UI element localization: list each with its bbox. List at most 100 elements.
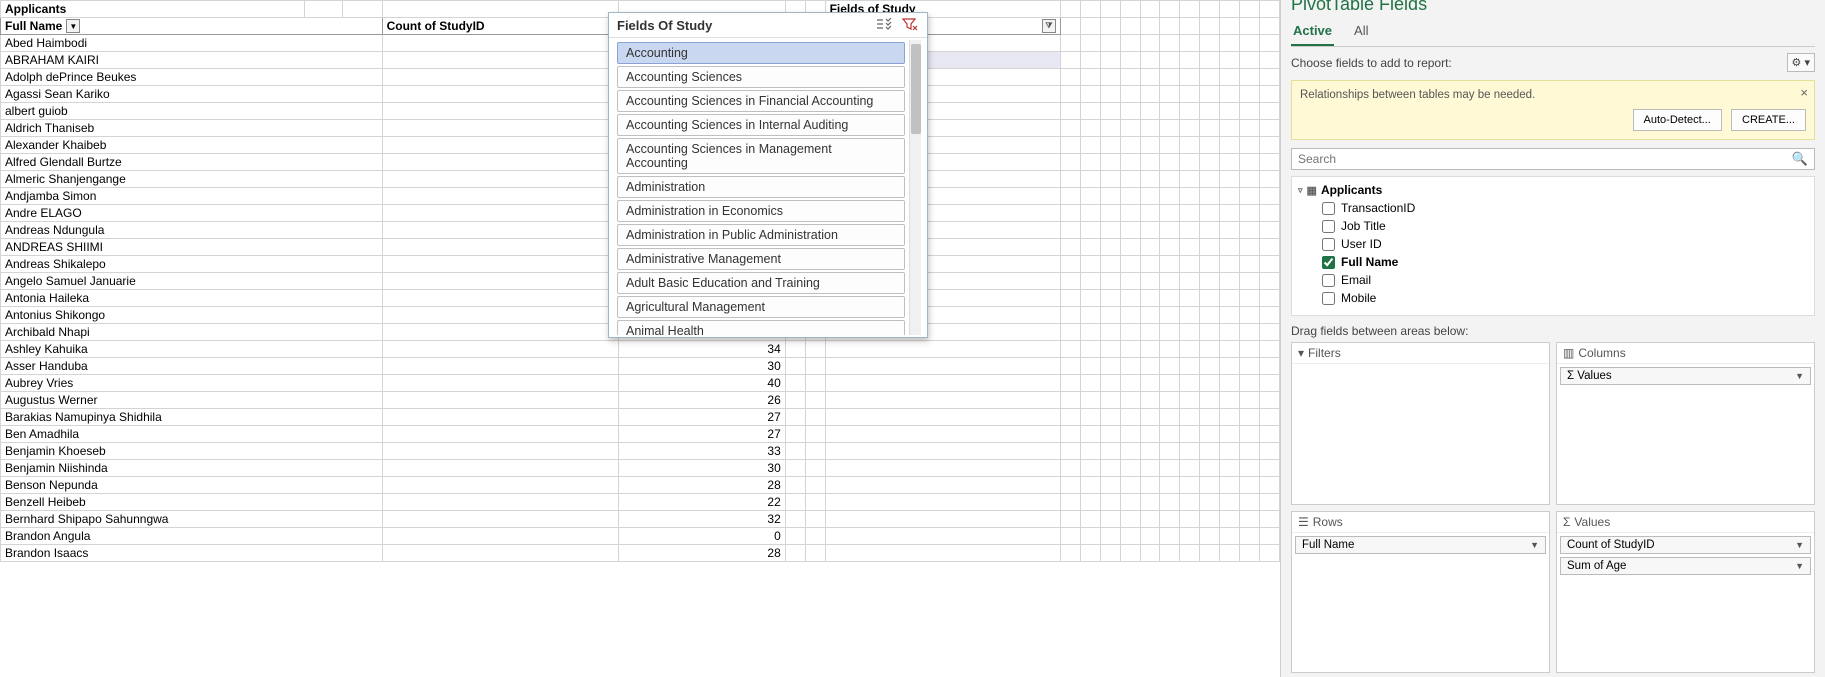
pivot-row-count[interactable] [382, 273, 619, 290]
pivot-row-name[interactable]: Angelo Samuel Januarie [1, 273, 383, 290]
field-item[interactable]: Job Title [1294, 217, 1812, 235]
pivot-row-count[interactable] [382, 154, 619, 171]
pivot-row-name[interactable]: Andreas Ndungula [1, 222, 383, 239]
pivot-row-name[interactable]: Asser Handuba [1, 358, 383, 375]
pivot-row-count[interactable] [382, 392, 619, 409]
slicer-item[interactable]: Accounting Sciences in Internal Auditing [617, 114, 905, 136]
pivot-row-count[interactable] [382, 307, 619, 324]
pivot-row-name[interactable]: Bernhard Shipapo Sahunngwa [1, 511, 383, 528]
pivot-row-count[interactable] [382, 205, 619, 222]
pivot-row-count[interactable] [382, 52, 619, 69]
tab-all[interactable]: All [1352, 19, 1370, 46]
pivot-row-count[interactable] [382, 511, 619, 528]
field-checkbox[interactable] [1322, 292, 1335, 305]
pivot-row-name[interactable]: Adolph dePrince Beukes [1, 69, 383, 86]
slicer-item[interactable]: Accounting Sciences in Financial Account… [617, 90, 905, 112]
slicer-item[interactable]: Adult Basic Education and Training [617, 272, 905, 294]
chevron-down-icon[interactable]: ▼ [1795, 561, 1804, 571]
field-list[interactable]: ▿ ▦ Applicants TransactionIDJob TitleUse… [1291, 176, 1815, 316]
pivot-row-count[interactable] [382, 443, 619, 460]
pivot-row-name[interactable]: ABRAHAM KAIRI [1, 52, 383, 69]
pivot-row-count[interactable] [382, 375, 619, 392]
worksheet-grid[interactable]: Applicants Fields of Study Full Name ▼ C… [0, 0, 1280, 677]
values-item-sum[interactable]: Sum of Age▼ [1560, 557, 1811, 575]
pivot-row-name[interactable]: Antonius Shikongo [1, 307, 383, 324]
chevron-down-icon[interactable]: ▼ [1795, 540, 1804, 550]
slicer-item[interactable]: Administration [617, 176, 905, 198]
pivot-row-name[interactable]: Brandon Angula [1, 528, 383, 545]
pivot-row-count[interactable] [382, 409, 619, 426]
pivot-row-count[interactable] [382, 35, 619, 52]
pivot-row-name[interactable]: Alexander Khaibeb [1, 137, 383, 154]
pivot-row-sum[interactable]: 32 [619, 511, 785, 528]
pivot-row-name[interactable]: Andjamba Simon [1, 188, 383, 205]
chevron-down-icon[interactable]: ▼ [1795, 371, 1804, 381]
slicer-fields-of-study[interactable]: Fields Of Study AccountingAccounting Sci… [608, 12, 928, 338]
pivot-row-name[interactable]: Aubrey Vries [1, 375, 383, 392]
pivot-row-sum[interactable]: 30 [619, 460, 785, 477]
pivot-row-count[interactable] [382, 188, 619, 205]
pivot-row-name[interactable]: Almeric Shanjengange [1, 171, 383, 188]
pivot-row-name[interactable]: Antonia Haileka [1, 290, 383, 307]
pivot-row-name[interactable]: albert guiob [1, 103, 383, 120]
pivot-row-sum[interactable]: 28 [619, 545, 785, 562]
rows-area[interactable]: ☰Rows Full Name▼ [1291, 511, 1550, 674]
pivot-row-count[interactable] [382, 324, 619, 341]
search-input[interactable] [1298, 152, 1792, 166]
create-button[interactable]: CREATE... [1731, 109, 1806, 131]
pivot-row-sum[interactable]: 27 [619, 426, 785, 443]
pivot-row-count[interactable] [382, 256, 619, 273]
field-item[interactable]: User ID [1294, 235, 1812, 253]
multiselect-icon[interactable] [875, 17, 893, 33]
pivot-row-count[interactable] [382, 341, 619, 358]
pivot-row-sum[interactable]: 26 [619, 392, 785, 409]
search-input-wrapper[interactable]: 🔍 [1291, 148, 1815, 170]
pivot-row-count[interactable] [382, 239, 619, 256]
pivot-row-count[interactable] [382, 290, 619, 307]
pivot-row-count[interactable] [382, 103, 619, 120]
pivot-row-sum[interactable]: 22 [619, 494, 785, 511]
pivot-row-name[interactable]: Benjamin Khoeseb [1, 443, 383, 460]
pivot-row-count[interactable] [382, 86, 619, 103]
pivot-row-name[interactable]: Ben Amadhila [1, 426, 383, 443]
clear-filter-icon[interactable] [901, 17, 919, 33]
slicer-item[interactable]: Animal Health [617, 320, 905, 335]
filters-area[interactable]: ▾Filters [1291, 342, 1550, 505]
pivot-row-count[interactable] [382, 494, 619, 511]
slicer-item[interactable]: Accounting [617, 42, 905, 64]
pivot-row-count[interactable] [382, 222, 619, 239]
pivot-row-count[interactable] [382, 426, 619, 443]
columns-area[interactable]: ▥Columns Σ Values▼ [1556, 342, 1815, 505]
filter-dropdown-icon[interactable]: ▼ [66, 19, 80, 33]
pivot-row-sum[interactable]: 30 [619, 358, 785, 375]
col-header-count[interactable]: Count of StudyID [382, 18, 619, 35]
col-header-fullname[interactable]: Full Name [1, 19, 62, 33]
field-checkbox[interactable] [1322, 256, 1335, 269]
pivot-row-name[interactable]: Archibald Nhapi [1, 324, 383, 341]
collapse-icon[interactable]: ▿ [1298, 185, 1303, 196]
field-item[interactable]: Email [1294, 271, 1812, 289]
pivot-row-sum[interactable]: 28 [619, 477, 785, 494]
field-item[interactable]: Mobile [1294, 289, 1812, 307]
pivot-row-name[interactable]: Aldrich Thaniseb [1, 120, 383, 137]
slicer-item[interactable]: Administration in Public Administration [617, 224, 905, 246]
slicer-item[interactable]: Accounting Sciences in Management Accoun… [617, 138, 905, 174]
values-area[interactable]: ΣValues Count of StudyID▼ Sum of Age▼ [1556, 511, 1815, 674]
filter-active-icon[interactable]: ⧩ [1042, 19, 1056, 33]
pivot-row-name[interactable]: Barakias Namupinya Shidhila [1, 409, 383, 426]
field-checkbox[interactable] [1322, 238, 1335, 251]
pivot-row-name[interactable]: Abed Haimbodi [1, 35, 383, 52]
pivot-row-count[interactable] [382, 528, 619, 545]
pivot-row-count[interactable] [382, 358, 619, 375]
field-checkbox[interactable] [1322, 220, 1335, 233]
tools-dropdown[interactable]: ⚙ ▾ [1787, 53, 1815, 72]
pivot-row-name[interactable]: Augustus Werner [1, 392, 383, 409]
pivot-row-name[interactable]: Benzell Heibeb [1, 494, 383, 511]
slicer-item[interactable]: Accounting Sciences [617, 66, 905, 88]
pivot-row-sum[interactable]: 33 [619, 443, 785, 460]
close-icon[interactable]: × [1800, 85, 1808, 100]
pivot-row-count[interactable] [382, 120, 619, 137]
pivot-row-name[interactable]: Benjamin Niishinda [1, 460, 383, 477]
pivot-row-sum[interactable]: 0 [619, 528, 785, 545]
field-item[interactable]: TransactionID [1294, 199, 1812, 217]
